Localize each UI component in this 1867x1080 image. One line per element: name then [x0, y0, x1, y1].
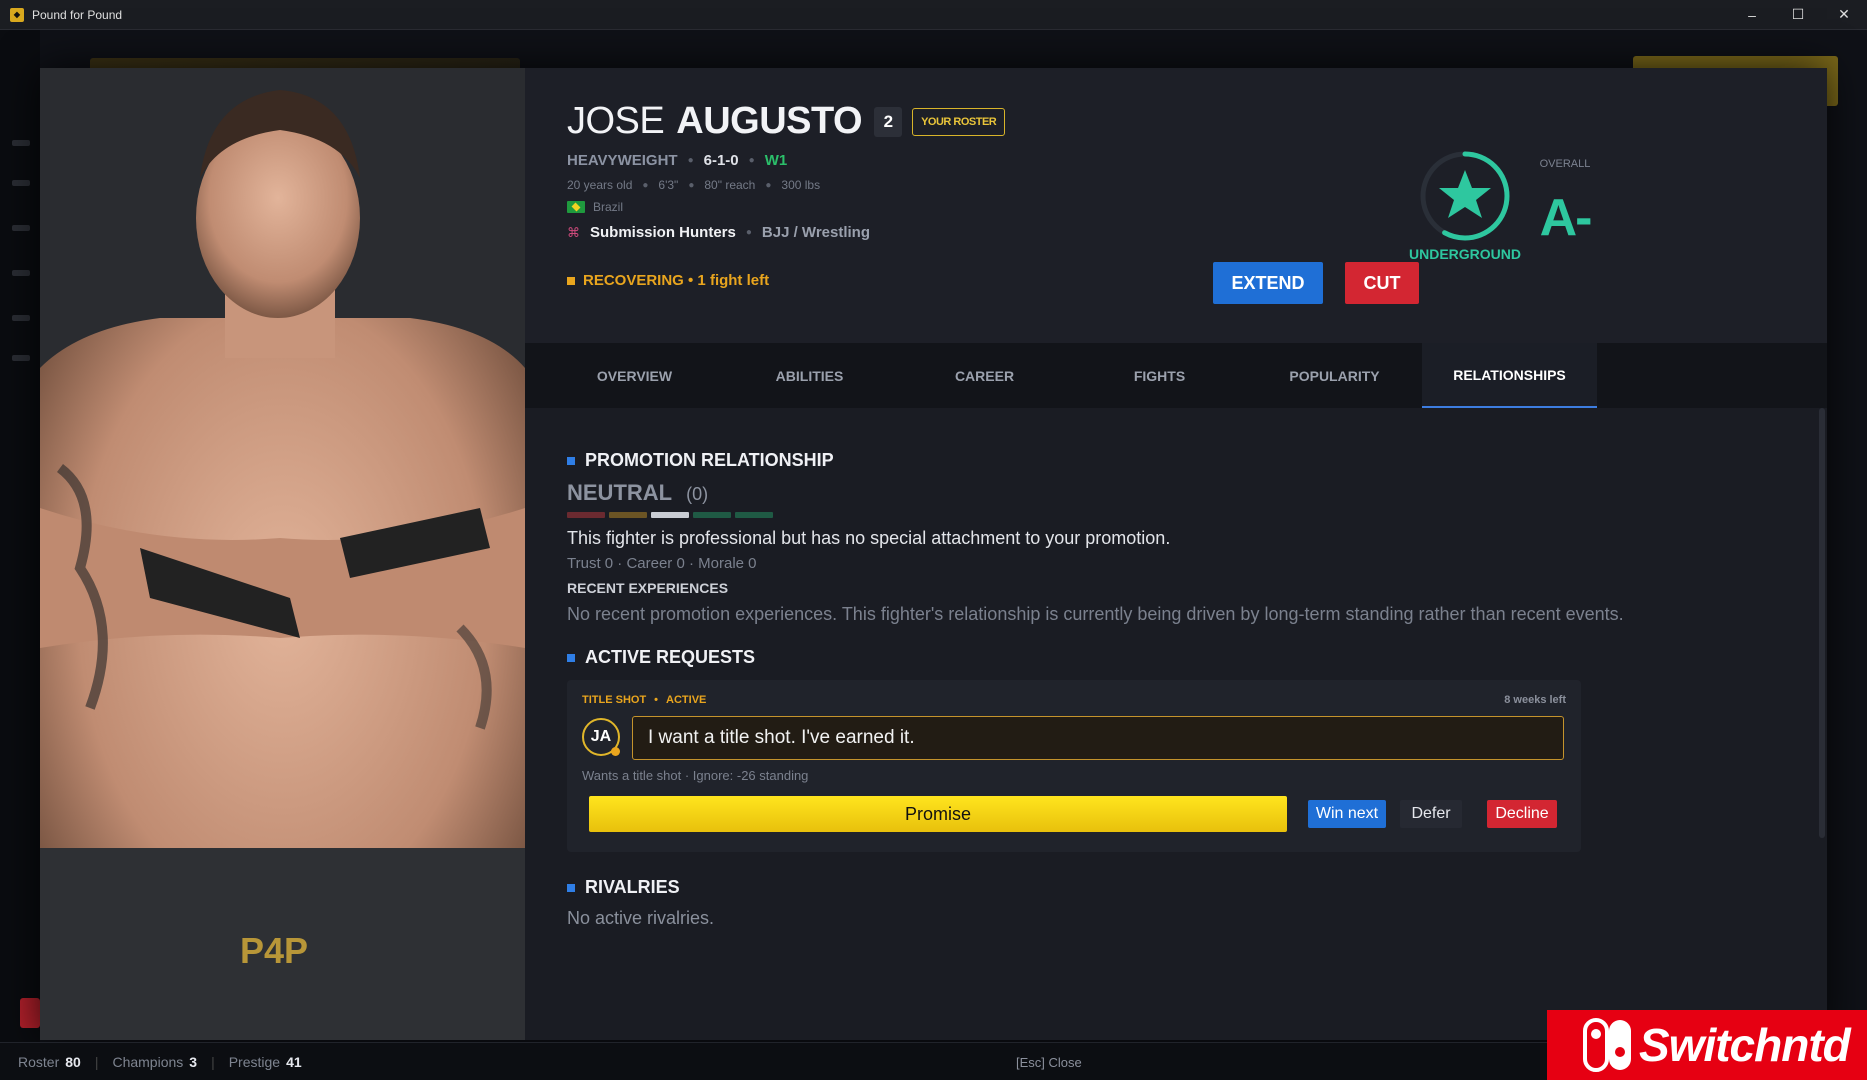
recent-experiences-text: No recent promotion experiences. This fi… [567, 604, 1624, 624]
esc-close-hint[interactable]: [Esc] Close [1016, 1055, 1082, 1070]
status-text: RECOVERING • 1 fight left [583, 272, 770, 289]
fighter-first-name: JOSE [567, 100, 665, 142]
disciplines: BJJ / Wrestling [761, 224, 870, 241]
scrollbar[interactable] [1819, 408, 1825, 838]
fighter-weight: 300 lbs [781, 178, 821, 192]
promotion-relationship-title: PROMOTION RELATIONSHIP [567, 450, 834, 471]
rivalries-text: No active rivalries. [567, 908, 715, 928]
relationship-scale [567, 512, 773, 518]
fighter-modal: P4P JOSE AUGUSTO 2 YOUR ROSTER HEAVYWEIG… [40, 68, 1827, 1040]
rank-badge: 2 [874, 106, 903, 137]
background-sidebar [0, 30, 40, 1042]
window-close-button[interactable]: ✕ [1821, 0, 1867, 30]
tab-fights[interactable]: FIGHTS [1072, 343, 1247, 408]
fighter-physical: 20 years old ● 6'3" ● 80" reach ● 300 lb… [567, 178, 821, 192]
style-name: Submission Hunters [590, 224, 736, 241]
defer-button[interactable]: Defer [1400, 800, 1462, 828]
tab-relationships[interactable]: RELATIONSHIPS [1422, 343, 1597, 408]
relationships-panel: PROMOTION RELATIONSHIP NEUTRAL (0) This … [525, 408, 1827, 1040]
decline-button[interactable]: Decline [1487, 800, 1557, 828]
fight-record: 6-1-0 [703, 152, 739, 169]
overall-grade: A- [1539, 189, 1593, 247]
tab-abilities[interactable]: ABILITIES [722, 343, 897, 408]
recent-experiences-title: RECENT EXPERIENCES [567, 580, 729, 596]
tab-career[interactable]: CAREER [897, 343, 1072, 408]
fighter-age: 20 years old [567, 178, 633, 192]
window-title: Pound for Pound [32, 7, 123, 22]
relationship-level: NEUTRAL (0) [567, 480, 708, 506]
scale-segment [567, 512, 605, 518]
request-type: TITLE SHOT • ACTIVE [582, 694, 707, 706]
fighter-height: 6'3" [658, 178, 679, 192]
fighter-division-record: HEAVYWEIGHT ● 6-1-0 ● W1 [567, 152, 788, 169]
active-requests-title: ACTIVE REQUESTS [567, 647, 755, 668]
request-time-left: 8 weeks left [1504, 694, 1566, 706]
avatar: JA [582, 718, 620, 756]
tier-ring [1420, 151, 1510, 241]
request-meta: Wants a title shot · Ignore: -26 standin… [582, 768, 809, 783]
extend-button[interactable]: EXTEND [1213, 262, 1323, 304]
request-quote: I want a title shot. I've earned it. [632, 716, 1564, 760]
scale-segment [609, 512, 647, 518]
switch-logo-icon [1583, 1018, 1631, 1072]
relationship-score: (0) [686, 484, 709, 504]
relationship-stats: Trust 0 · Career 0 · Morale 0 [567, 555, 757, 572]
scale-segment [735, 512, 773, 518]
relationship-description: This fighter is professional but has no … [567, 528, 1171, 548]
fighter-style: ⌘ Submission Hunters ● BJJ / Wrestling [567, 224, 870, 241]
champions-stat: Champions 3 [112, 1053, 198, 1070]
win-next-button[interactable]: Win next [1308, 800, 1386, 828]
request-card: TITLE SHOT • ACTIVE 8 weeks left JA I want… [567, 680, 1581, 852]
maximize-button[interactable]: ☐ [1775, 0, 1821, 30]
watermark-logo: Switchntd [1547, 1010, 1867, 1080]
status-icon [567, 276, 575, 285]
fighter-last-name: AUGUSTO [676, 100, 863, 142]
app-icon: ◆ [10, 7, 24, 22]
scale-segment [651, 512, 689, 518]
tab-popularity[interactable]: POPULARITY [1247, 343, 1422, 408]
relationship-level-text: NEUTRAL [567, 480, 673, 505]
tab-overview[interactable]: OVERVIEW [547, 343, 722, 408]
tab-bar: OVERVIEW ABILITIES CAREER FIGHTS POPULAR… [525, 343, 1827, 408]
scale-segment [693, 512, 731, 518]
roster-stat: Roster 80 [18, 1053, 81, 1070]
brazil-flag-icon [567, 201, 585, 213]
style-icon: ⌘ [567, 224, 580, 240]
fighter-name: JOSE AUGUSTO 2 YOUR ROSTER [567, 100, 1006, 143]
watermark-text: Switchntd [1639, 1019, 1851, 1071]
fighter-header: JOSE AUGUSTO 2 YOUR ROSTER HEAVYWEIGHT ●… [525, 68, 1827, 343]
window-titlebar: ◆ Pound for Pound – ☐ ✕ [0, 0, 1867, 30]
fighter-portrait: P4P [40, 68, 525, 1040]
overall-label: OVERALL [1539, 158, 1591, 170]
roster-badge: YOUR ROSTER [912, 107, 1006, 136]
status-indicator: RECOVERING • 1 fight left [567, 272, 769, 289]
fighter-country: Brazil [567, 200, 623, 214]
background-red-marker [20, 998, 40, 1028]
prestige-stat: Prestige 41 [228, 1053, 302, 1070]
cut-button[interactable]: CUT [1345, 262, 1419, 304]
star-icon [1439, 170, 1491, 218]
win-streak: W1 [764, 152, 788, 169]
minimize-button[interactable]: – [1729, 0, 1775, 30]
promise-button[interactable]: Promise [589, 796, 1287, 832]
rivalries-title: RIVALRIES [567, 877, 680, 898]
svg-text:P4P: P4P [240, 930, 308, 971]
weight-class: HEAVYWEIGHT [567, 152, 678, 169]
tier-label: UNDERGROUND [1409, 246, 1521, 262]
country-name: Brazil [593, 200, 624, 214]
fighter-reach: 80" reach [704, 178, 756, 192]
